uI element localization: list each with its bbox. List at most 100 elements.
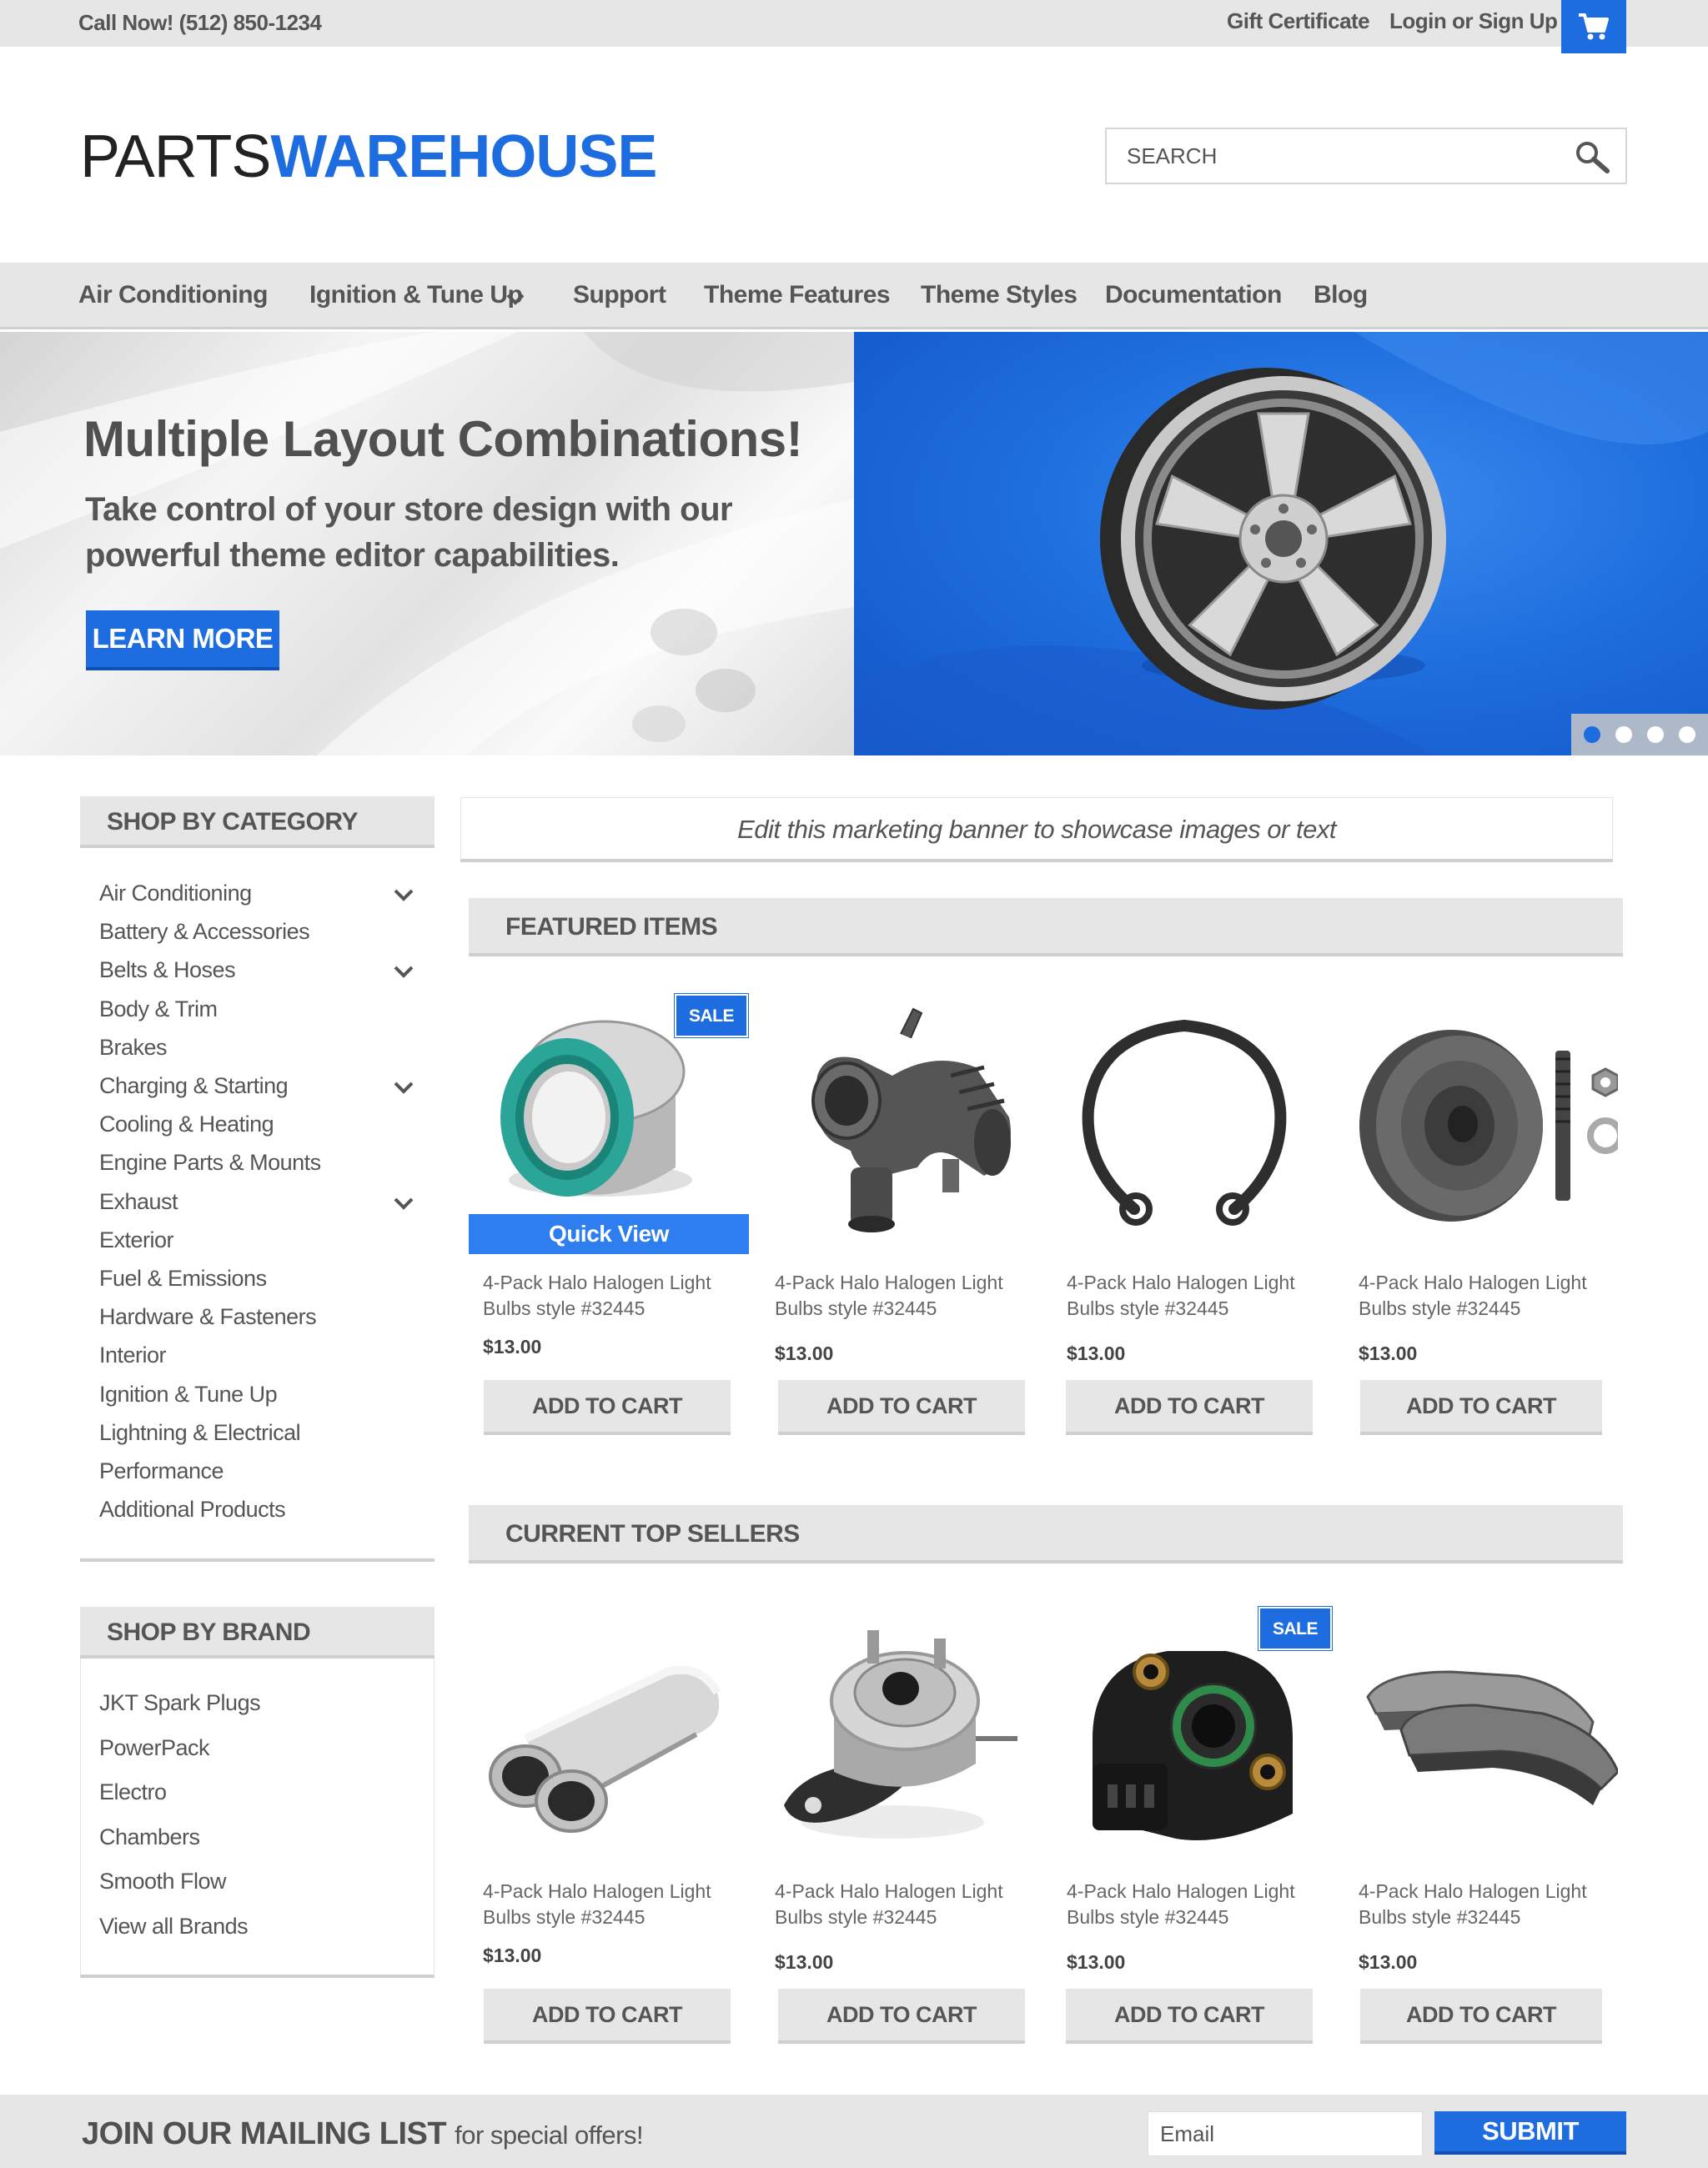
chevron-down-icon[interactable]	[392, 1080, 415, 1097]
category-item[interactable]: Performance	[99, 1458, 224, 1484]
search-input[interactable]	[1127, 139, 1544, 173]
category-divider	[80, 1558, 435, 1562]
cart-button[interactable]	[1561, 0, 1626, 53]
mailing-list-title: JOIN OUR MAILING LIST for special offers…	[82, 2116, 644, 2152]
gift-certificate-link[interactable]: Gift Certificate	[1227, 8, 1370, 34]
nav-air-conditioning[interactable]: Air Conditioning	[78, 281, 268, 309]
featured-items-title: FEATURED ITEMS	[469, 898, 1623, 956]
category-item[interactable]: Battery & Accessories	[99, 919, 310, 945]
shop-by-brand-title: SHOP BY BRAND	[80, 1607, 435, 1659]
category-item[interactable]: Charging & Starting	[99, 1073, 289, 1099]
product-price: $13.00	[483, 1336, 542, 1358]
add-to-cart-button[interactable]: ADD TO CART	[778, 1989, 1025, 2044]
chevron-down-icon[interactable]	[392, 964, 415, 981]
hero-image-panel	[854, 332, 1708, 755]
nav-blog[interactable]: Blog	[1314, 281, 1368, 309]
logo-part-2: WAREHOUSE	[270, 123, 657, 190]
add-to-cart-button[interactable]: ADD TO CART	[1360, 1380, 1602, 1435]
category-item[interactable]: Exterior	[99, 1227, 174, 1253]
brand-item[interactable]: PowerPack	[99, 1735, 210, 1761]
login-link[interactable]: Login or Sign Up	[1389, 8, 1558, 34]
add-to-cart-button[interactable]: ADD TO CART	[484, 1380, 731, 1435]
category-item[interactable]: Cooling & Heating	[99, 1112, 274, 1137]
hero-title: Multiple Layout Combinations!	[83, 411, 803, 467]
brand-item[interactable]: Electro	[99, 1779, 167, 1805]
email-input[interactable]	[1148, 2111, 1423, 2156]
nav-theme-styles[interactable]: Theme Styles	[921, 281, 1078, 309]
chevron-down-icon[interactable]	[392, 1196, 415, 1212]
chevron-down-icon[interactable]	[505, 293, 525, 306]
product-name[interactable]: 4-Pack Halo Halogen Light Bulbs style #3…	[1359, 1270, 1634, 1322]
category-item[interactable]: Ignition & Tune Up	[99, 1382, 278, 1408]
product-price: $13.00	[775, 1342, 834, 1364]
product-name[interactable]: 4-Pack Halo Halogen Light Bulbs style #3…	[1067, 1270, 1342, 1322]
add-to-cart-button[interactable]: ADD TO CART	[484, 1989, 731, 2044]
category-item[interactable]: Belts & Hoses	[99, 957, 236, 983]
add-to-cart-button[interactable]: ADD TO CART	[1066, 1989, 1313, 2044]
brake-pads-icon[interactable]	[1351, 1613, 1618, 1864]
product-name[interactable]: 4-Pack Halo Halogen Light Bulbs style #3…	[775, 1270, 1050, 1322]
top-sellers-title: CURRENT TOP SELLERS	[469, 1505, 1623, 1563]
exhaust-tip-icon[interactable]	[475, 1613, 742, 1864]
bearing-icon[interactable]	[475, 1001, 742, 1251]
intake-hose-icon[interactable]	[767, 1001, 1034, 1251]
category-item[interactable]: Exhaust	[99, 1189, 178, 1215]
product-price: $13.00	[1067, 1342, 1126, 1364]
snap-ring-icon[interactable]	[1059, 1001, 1326, 1251]
nav-support[interactable]: Support	[573, 281, 666, 309]
category-item[interactable]: Additional Products	[99, 1497, 286, 1523]
product-name[interactable]: 4-Pack Halo Halogen Light Bulbs style #3…	[1067, 1879, 1342, 1930]
brand-item[interactable]: View all Brands	[99, 1914, 249, 1940]
cart-icon	[1579, 13, 1609, 40]
category-item[interactable]: Air Conditioning	[99, 881, 252, 906]
product-price: $13.00	[483, 1945, 542, 1966]
product-name[interactable]: 4-Pack Halo Halogen Light Bulbs style #3…	[1359, 1879, 1634, 1930]
add-to-cart-button[interactable]: ADD TO CART	[1066, 1380, 1313, 1435]
brand-item[interactable]: Chambers	[99, 1824, 200, 1850]
vacuum-actuator-icon[interactable]	[767, 1613, 1034, 1864]
hero-subtitle: Take control of your store design with o…	[85, 491, 733, 574]
slide-dot-4[interactable]	[1679, 726, 1695, 743]
slide-dot-1[interactable]	[1584, 726, 1600, 743]
brand-item[interactable]: Smooth Flow	[99, 1869, 227, 1894]
category-item[interactable]: Lightning & Electrical	[99, 1420, 301, 1446]
nav-ignition-tune-up[interactable]: Ignition & Tune Up	[309, 281, 523, 309]
category-item[interactable]: Body & Trim	[99, 996, 218, 1022]
quick-view-button[interactable]: Quick View	[469, 1214, 749, 1254]
product-price: $13.00	[775, 1951, 834, 1973]
category-item[interactable]: Fuel & Emissions	[99, 1266, 267, 1292]
sale-badge: SALE	[675, 994, 748, 1037]
nav-theme-features[interactable]: Theme Features	[704, 281, 891, 309]
product-price: $13.00	[1359, 1951, 1418, 1973]
throttle-sensor-icon[interactable]	[1059, 1613, 1326, 1864]
shop-by-category-title: SHOP BY CATEGORY	[80, 796, 435, 848]
slider-dots	[1571, 714, 1708, 755]
chevron-down-icon[interactable]	[392, 887, 415, 904]
category-item[interactable]: Engine Parts & Mounts	[99, 1150, 321, 1176]
product-name[interactable]: 4-Pack Halo Halogen Light Bulbs style #3…	[775, 1879, 1050, 1930]
learn-more-button[interactable]: LEARN MORE	[86, 610, 279, 670]
logo-part-1: PARTS	[80, 123, 271, 190]
search-box	[1105, 128, 1627, 184]
category-item[interactable]: Interior	[99, 1342, 167, 1368]
category-item[interactable]: Brakes	[99, 1035, 168, 1061]
tensioner-pulley-icon[interactable]	[1351, 1001, 1618, 1251]
search-icon[interactable]	[1574, 139, 1610, 176]
add-to-cart-button[interactable]: ADD TO CART	[1360, 1989, 1602, 2044]
slide-dot-2[interactable]	[1615, 726, 1632, 743]
submit-button[interactable]: SUBMIT	[1434, 2111, 1626, 2155]
marketing-banner: Edit this marketing banner to showcase i…	[460, 797, 1613, 862]
nav-documentation[interactable]: Documentation	[1105, 281, 1282, 309]
site-logo[interactable]: PARTSWAREHOUSE	[80, 123, 657, 190]
main-nav: Air Conditioning Ignition & Tune Up Supp…	[0, 263, 1708, 329]
category-item[interactable]: Hardware & Fasteners	[99, 1304, 317, 1330]
brand-item[interactable]: JKT Spark Plugs	[99, 1690, 261, 1716]
product-price: $13.00	[1067, 1951, 1126, 1973]
wheel-rim-icon	[854, 332, 1708, 755]
add-to-cart-button[interactable]: ADD TO CART	[778, 1380, 1025, 1435]
product-name[interactable]: 4-Pack Halo Halogen Light Bulbs style #3…	[483, 1879, 758, 1930]
mailing-list-heading: JOIN OUR MAILING LIST	[82, 2116, 447, 2151]
product-name[interactable]: 4-Pack Halo Halogen Light Bulbs style #3…	[483, 1270, 758, 1322]
slide-dot-3[interactable]	[1647, 726, 1664, 743]
sale-badge: SALE	[1258, 1607, 1332, 1650]
